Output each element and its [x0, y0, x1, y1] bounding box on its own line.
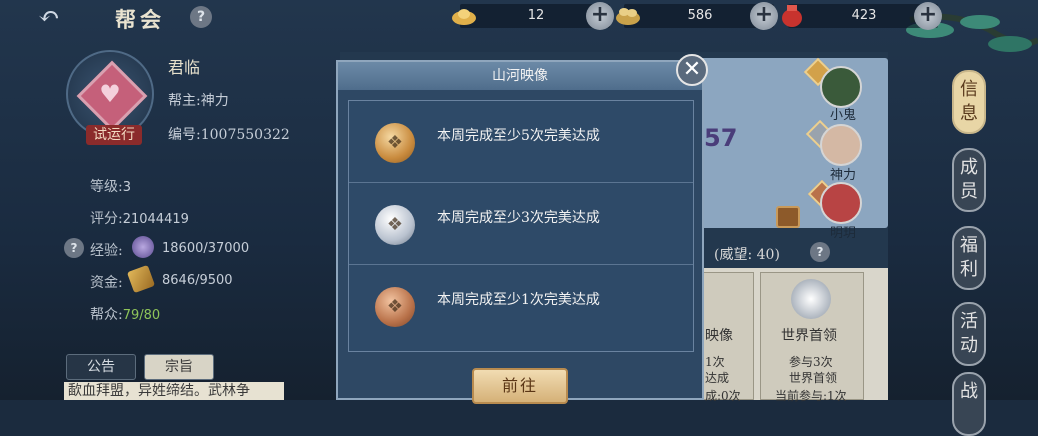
trial-badge: 试运行	[86, 125, 142, 145]
avatar[interactable]	[820, 124, 862, 166]
top-bar: ↶ 帮会 ? 12 + 586 + 423 +	[0, 0, 1038, 34]
avatar[interactable]	[820, 182, 862, 224]
ranking-number: 57	[704, 124, 738, 152]
guild-exp: 经验:	[90, 240, 123, 260]
silver-ingot-icon	[614, 2, 642, 28]
card-title: 映像	[705, 328, 733, 344]
members-value: 79/80	[122, 308, 161, 323]
card-title: 世界首领	[781, 328, 837, 344]
guild-level: 等级:3	[90, 176, 131, 196]
currency-silver: 586 +	[616, 2, 778, 30]
card-line: 世界首领	[789, 371, 838, 385]
help-icon[interactable]: ?	[64, 238, 84, 258]
side-tab-battle[interactable]: 战	[952, 372, 986, 436]
guild-funds: 资金:	[90, 272, 123, 292]
guild-members: 帮众:79/80	[90, 304, 160, 324]
funds-label: 资金:	[90, 275, 123, 291]
card-line: 参与3次	[789, 355, 833, 369]
activity-card[interactable]: 映像 1次 达成 成:0次	[700, 272, 754, 403]
treasure-chest-icon[interactable]	[776, 206, 800, 228]
rank-name: 小鬼	[830, 108, 857, 123]
reward-row: ❖ 本周完成至少5次完美达成	[349, 101, 693, 183]
prestige-strip: (威望: 40)?	[700, 240, 888, 266]
gold-medal-icon: ❖	[375, 123, 415, 163]
side-tab-members[interactable]: 成员	[952, 148, 986, 212]
prestige-text: (威望: 40)	[714, 247, 780, 263]
currency-value: 586	[687, 8, 713, 23]
reward-row: ❖ 本周完成至少1次完美达成	[349, 265, 693, 347]
rank-name: 明玥	[830, 226, 857, 241]
silver-medal-icon: ❖	[375, 205, 415, 245]
notice-text: 歃血拜盟，异姓缔结。武林争	[64, 382, 284, 400]
level-label: 等级:	[90, 179, 123, 195]
add-currency-button[interactable]: +	[586, 2, 614, 30]
guild-name: 君临	[168, 58, 201, 77]
reward-condition: 本周完成至少3次完美达成	[437, 210, 600, 226]
exp-orb-icon	[132, 236, 154, 258]
avatar[interactable]	[820, 66, 862, 108]
currency-red: 423 +	[782, 2, 942, 30]
card-line: 1次	[705, 355, 725, 369]
heart-icon: ♥	[99, 80, 121, 108]
reward-row: ❖ 本周完成至少3次完美达成	[349, 183, 693, 265]
guild-id: 编号:1007550322	[168, 127, 290, 143]
exp-value: 18600/37000	[162, 241, 250, 256]
tab-purpose[interactable]: 宗旨	[144, 354, 214, 380]
dialog-title: 山河映像	[338, 62, 702, 90]
activity-card[interactable]: 世界首领 参与3次 世界首领 当前参与:1次	[760, 272, 864, 403]
activity-cards: 映像 1次 达成 成:0次 世界首领 参与3次 世界首领 当前参与:1次	[700, 268, 888, 403]
members-label: 帮众:	[90, 307, 123, 323]
currency-value: 12	[527, 8, 545, 23]
dialog-shanhe-yingxiang: 山河映像 ❖ 本周完成至少5次完美达成 ❖ 本周完成至少3次完美达成 ❖ 本周完…	[336, 60, 704, 400]
exp-label: 经验:	[90, 243, 123, 259]
add-currency-button[interactable]: +	[914, 2, 942, 30]
currency-value: 423	[851, 8, 877, 23]
rank-name: 神力	[830, 168, 857, 183]
back-arrow-icon[interactable]: ↶	[38, 4, 74, 30]
help-icon[interactable]: ?	[810, 242, 830, 262]
close-icon[interactable]: ✕	[676, 54, 708, 86]
card-line: 达成	[705, 371, 730, 385]
add-currency-button[interactable]: +	[750, 2, 778, 30]
page-title: 帮会	[115, 7, 165, 32]
help-icon[interactable]: ?	[190, 6, 212, 28]
reward-condition: 本周完成至少5次完美达成	[437, 128, 600, 144]
world-boss-icon	[791, 279, 831, 319]
card-line: 当前参与:1次	[775, 389, 847, 403]
card-line: 成:0次	[705, 389, 741, 403]
red-pouch-icon	[778, 2, 806, 28]
gold-ingot-icon	[450, 2, 478, 28]
go-button[interactable]: 前往	[472, 368, 568, 404]
side-tab-info[interactable]: 信息	[952, 70, 986, 134]
reward-list: ❖ 本周完成至少5次完美达成 ❖ 本周完成至少3次完美达成 ❖ 本周完成至少1次…	[348, 100, 694, 352]
bronze-medal-icon: ❖	[375, 287, 415, 327]
score-value: 21044419	[122, 212, 189, 227]
tab-notice[interactable]: 公告	[66, 354, 136, 380]
guild-score: 评分:21044419	[90, 208, 189, 228]
score-label: 评分:	[90, 211, 123, 227]
currency-gold: 12 +	[452, 2, 614, 30]
funds-value: 8646/9500	[162, 273, 233, 288]
reward-condition: 本周完成至少1次完美达成	[437, 292, 600, 308]
side-tab-activity[interactable]: 活动	[952, 302, 986, 366]
guild-leader: 帮主:神力	[168, 93, 229, 109]
side-tab-welfare[interactable]: 福利	[952, 226, 986, 290]
level-value: 3	[122, 180, 131, 195]
